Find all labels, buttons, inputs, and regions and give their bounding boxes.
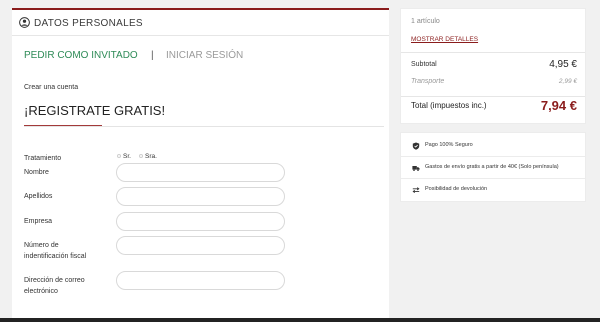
empresa-label: Empresa <box>24 218 53 225</box>
cart-summary: 1 artículo MOSTRAR DETALLES Subtotal 4,9… <box>400 8 586 124</box>
email-label-line-2: electrónico <box>24 288 58 295</box>
apellidos-field[interactable] <box>116 187 285 206</box>
title-label: Tratamiento <box>24 155 62 162</box>
apellidos-label: Apellidos <box>24 193 53 200</box>
reassurance-text: Gastos de envío gratis a partir de 40€ (… <box>425 164 559 170</box>
personal-data-header: DATOS PERSONALES <box>12 10 389 36</box>
register-headline: ¡REGISTRATE GRATIS! <box>24 103 166 118</box>
reassurance-item: Posibilidad de devolución <box>401 179 585 201</box>
reassurance-item: Pago 100% Seguro <box>401 135 585 157</box>
email-label: Dirección de correo electrónico <box>24 275 114 297</box>
tab-separator: | <box>151 50 154 61</box>
total-label: Total (impuestos inc.) <box>411 101 487 110</box>
reassurance-text: Posibilidad de devolución <box>425 186 488 192</box>
exchange-icon <box>412 187 420 193</box>
section-title: DATOS PERSONALES <box>34 18 143 29</box>
cart-total-divider <box>401 96 585 97</box>
reassurance-text: Pago 100% Seguro <box>425 142 473 148</box>
empresa-field[interactable] <box>116 212 285 231</box>
total-value: 7,94 € <box>540 98 577 113</box>
tab-guest-checkout[interactable]: PEDIR COMO INVITADO <box>24 50 138 61</box>
reassurance-block: Pago 100% Seguro Gastos de envío gratis … <box>400 132 586 202</box>
shield-icon <box>412 142 420 150</box>
tab-login[interactable]: INICIAR SESIÓN <box>166 50 243 61</box>
nif-field[interactable] <box>116 236 285 255</box>
shipping-label: Transporte <box>411 78 445 85</box>
radio-sr-dot[interactable] <box>117 154 121 159</box>
email-label-line-1: Dirección de correo <box>24 277 85 284</box>
user-icon <box>19 17 30 28</box>
show-details-link[interactable]: MOSTRAR DETALLES <box>411 36 478 43</box>
radio-sra[interactable]: Sra. <box>139 153 157 163</box>
cart-item-count: 1 artículo <box>411 18 440 25</box>
radio-sra-label: Sra. <box>145 153 157 160</box>
reassurance-item: Gastos de envío gratis a partir de 40€ (… <box>401 157 585 179</box>
nombre-field[interactable] <box>116 163 285 182</box>
shipping-value: 2,99 € <box>558 78 577 85</box>
nif-label: Número de indentificación fiscal <box>24 240 114 262</box>
nif-label-line-2: indentificación fiscal <box>24 253 87 260</box>
truck-icon <box>412 166 420 172</box>
radio-sr[interactable]: Sr. <box>117 153 131 163</box>
cart-divider <box>401 52 585 53</box>
create-account-label: Crear una cuenta <box>24 84 79 91</box>
nif-label-line-1: Número de <box>24 242 59 249</box>
checkout-tabs: PEDIR COMO INVITADO | INICIAR SESIÓN <box>24 50 364 64</box>
email-field[interactable] <box>116 271 285 290</box>
bottom-bar <box>0 318 600 322</box>
subtotal-label: Subtotal <box>411 61 437 68</box>
radio-sr-label: Sr. <box>123 153 131 160</box>
subtotal-value: 4,95 € <box>549 59 577 70</box>
form-divider <box>24 126 384 127</box>
headline-underline <box>24 125 102 126</box>
radio-sra-dot[interactable] <box>139 154 143 159</box>
nombre-label: Nombre <box>24 169 49 176</box>
personal-data-panel: DATOS PERSONALES PEDIR COMO INVITADO | I… <box>12 8 389 322</box>
